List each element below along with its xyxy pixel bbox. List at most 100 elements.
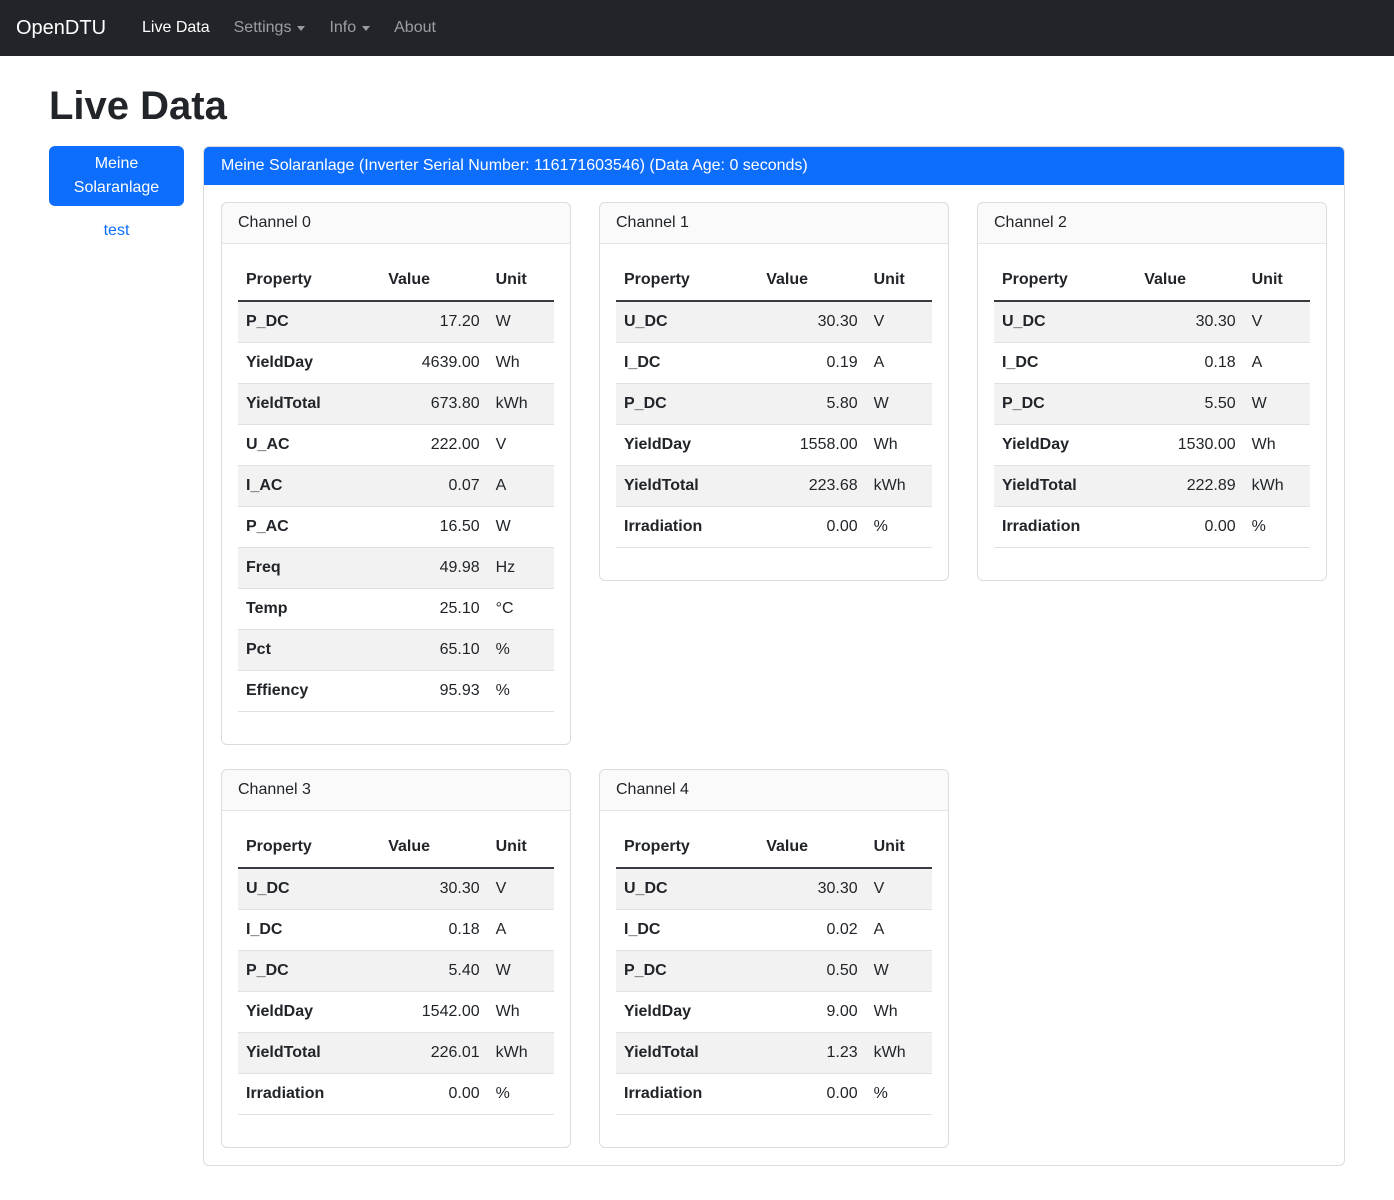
value-cell: 5.80 <box>758 384 865 425</box>
table-header-row: Property Value Unit <box>616 827 932 868</box>
property-cell: P_DC <box>238 301 380 343</box>
table-row: YieldDay1542.00Wh <box>238 992 554 1033</box>
unit-cell: W <box>1244 384 1310 425</box>
table-row: U_DC30.30V <box>616 301 932 343</box>
property-cell: YieldTotal <box>238 1033 380 1074</box>
property-cell: Freq <box>238 548 380 589</box>
table-row: Pct65.10% <box>238 630 554 671</box>
page-title: Live Data <box>49 82 1345 130</box>
table-row: Irradiation0.00% <box>238 1074 554 1115</box>
navbar-brand[interactable]: OpenDTU <box>12 13 110 44</box>
channel-card: Channel 1 Property Value Unit U_DC30.30V… <box>599 202 949 581</box>
value-cell: 4639.00 <box>380 343 487 384</box>
table-row: YieldTotal226.01kWh <box>238 1033 554 1074</box>
property-cell: U_DC <box>994 301 1136 343</box>
table-row: P_DC5.50W <box>994 384 1310 425</box>
unit-cell: Wh <box>866 425 932 466</box>
value-cell: 30.30 <box>758 301 865 343</box>
property-cell: P_DC <box>616 384 758 425</box>
value-cell: 5.40 <box>380 951 487 992</box>
channel-card: Channel 3 Property Value Unit U_DC30.30V… <box>221 769 571 1148</box>
unit-cell: Wh <box>866 992 932 1033</box>
unit-cell: A <box>488 466 554 507</box>
table-row: Effiency95.93% <box>238 671 554 712</box>
unit-cell: W <box>488 301 554 343</box>
column-header-property: Property <box>238 260 380 301</box>
value-cell: 0.00 <box>1136 507 1243 548</box>
unit-cell: % <box>866 507 932 548</box>
value-cell: 223.68 <box>758 466 865 507</box>
unit-cell: % <box>866 1074 932 1115</box>
table-row: U_AC222.00V <box>238 425 554 466</box>
table-row: I_AC0.07A <box>238 466 554 507</box>
table-row: I_DC0.18A <box>994 343 1310 384</box>
value-cell: 30.30 <box>758 868 865 910</box>
column-header-unit: Unit <box>866 827 932 868</box>
value-cell: 1558.00 <box>758 425 865 466</box>
value-cell: 222.89 <box>1136 466 1243 507</box>
inverter-card: Meine Solaranlage (Inverter Serial Numbe… <box>203 146 1345 1166</box>
unit-cell: A <box>866 910 932 951</box>
channel-table: Property Value Unit U_DC30.30VI_DC0.19AP… <box>616 260 932 548</box>
sidebar-item-test[interactable]: test <box>49 222 184 240</box>
unit-cell: kWh <box>866 466 932 507</box>
value-cell: 0.00 <box>758 507 865 548</box>
unit-cell: V <box>488 868 554 910</box>
chevron-down-icon <box>297 26 305 31</box>
navbar-nav: Live Data Settings Info About <box>130 11 448 45</box>
column-header-property: Property <box>238 827 380 868</box>
property-cell: I_DC <box>994 343 1136 384</box>
value-cell: 0.00 <box>758 1074 865 1115</box>
channel-card-body: Property Value Unit U_DC30.30VI_DC0.18AP… <box>978 244 1326 580</box>
table-row: YieldDay1558.00Wh <box>616 425 932 466</box>
inverter-select-button[interactable]: Meine Solaranlage <box>49 146 184 206</box>
unit-cell: Wh <box>1244 425 1310 466</box>
property-cell: I_AC <box>238 466 380 507</box>
value-cell: 0.02 <box>758 910 865 951</box>
property-cell: Effiency <box>238 671 380 712</box>
unit-cell: W <box>488 951 554 992</box>
value-cell: 9.00 <box>758 992 865 1033</box>
table-header-row: Property Value Unit <box>616 260 932 301</box>
table-row: I_DC0.19A <box>616 343 932 384</box>
column-header-unit: Unit <box>488 827 554 868</box>
channel-card: Channel 0 Property Value Unit P_DC17.20W… <box>221 202 571 745</box>
value-cell: 5.50 <box>1136 384 1243 425</box>
nav-item-live-data[interactable]: Live Data <box>134 11 218 45</box>
property-cell: YieldTotal <box>616 1033 758 1074</box>
value-cell: 0.50 <box>758 951 865 992</box>
table-row: YieldTotal1.23kWh <box>616 1033 932 1074</box>
channel-card-body: Property Value Unit U_DC30.30VI_DC0.02AP… <box>600 811 948 1147</box>
sidebar: Meine Solaranlage test <box>49 146 203 240</box>
nav-item-info[interactable]: Info <box>321 11 378 45</box>
column-header-value: Value <box>758 827 865 868</box>
property-cell: I_DC <box>238 910 380 951</box>
unit-cell: Hz <box>488 548 554 589</box>
column-header-value: Value <box>380 827 487 868</box>
nav-item-settings[interactable]: Settings <box>226 11 314 45</box>
column-header-property: Property <box>616 260 758 301</box>
property-cell: P_DC <box>616 951 758 992</box>
value-cell: 226.01 <box>380 1033 487 1074</box>
property-cell: YieldDay <box>238 992 380 1033</box>
column-header-value: Value <box>758 260 865 301</box>
table-row: P_DC5.40W <box>238 951 554 992</box>
main-content: Meine Solaranlage (Inverter Serial Numbe… <box>203 146 1345 1166</box>
property-cell: YieldTotal <box>238 384 380 425</box>
property-cell: U_DC <box>238 868 380 910</box>
property-cell: YieldTotal <box>616 466 758 507</box>
value-cell: 222.00 <box>380 425 487 466</box>
value-cell: 0.00 <box>380 1074 487 1115</box>
table-row: YieldTotal223.68kWh <box>616 466 932 507</box>
table-row: YieldDay1530.00Wh <box>994 425 1310 466</box>
value-cell: 1542.00 <box>380 992 487 1033</box>
unit-cell: V <box>1244 301 1310 343</box>
property-cell: Temp <box>238 589 380 630</box>
table-row: P_AC16.50W <box>238 507 554 548</box>
channel-title: Channel 0 <box>222 203 570 244</box>
column-header-value: Value <box>1136 260 1243 301</box>
column-header-unit: Unit <box>1244 260 1310 301</box>
channel-table: Property Value Unit U_DC30.30VI_DC0.18AP… <box>238 827 554 1115</box>
property-cell: U_DC <box>616 868 758 910</box>
nav-item-about[interactable]: About <box>386 11 444 45</box>
